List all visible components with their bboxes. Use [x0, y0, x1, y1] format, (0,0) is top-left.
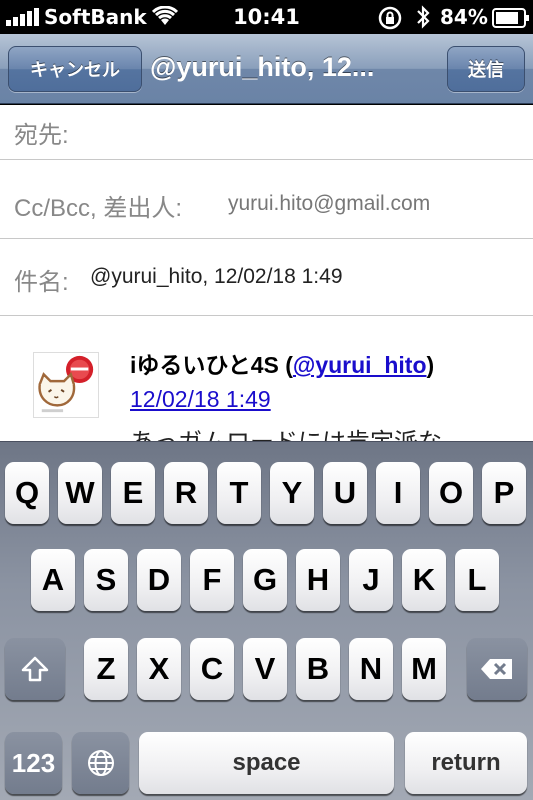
nav-title: @yurui_hito, 12... — [150, 52, 375, 82]
numbers-key[interactable]: 123 — [5, 732, 62, 794]
key-p[interactable]: P — [482, 462, 526, 524]
key-i[interactable]: I — [376, 462, 420, 524]
message-body[interactable]: iゆるいひと4S (@yurui_hito) 12/02/18 1:49 あっガ… — [0, 316, 533, 441]
key-k[interactable]: K — [402, 549, 446, 611]
key-d[interactable]: D — [137, 549, 181, 611]
cancel-button[interactable]: キャンセル — [8, 46, 142, 92]
subject-label: 件名: — [14, 269, 69, 296]
subject-value: @yurui_hito, 12/02/18 1:49 — [90, 265, 343, 288]
key-r[interactable]: R — [164, 462, 208, 524]
key-s[interactable]: S — [84, 549, 128, 611]
author-handle-link[interactable]: @yurui_hito — [293, 352, 427, 378]
orientation-lock-icon — [378, 6, 402, 30]
key-m[interactable]: M — [402, 638, 446, 700]
status-bar: SoftBank 10:41 84% — [0, 0, 533, 34]
key-y[interactable]: Y — [270, 462, 314, 524]
key-z[interactable]: Z — [84, 638, 128, 700]
globe-key[interactable] — [72, 732, 129, 794]
from-address: yurui.hito@gmail.com — [228, 192, 431, 215]
key-x[interactable]: X — [137, 638, 181, 700]
key-o[interactable]: O — [429, 462, 473, 524]
author-close: ) — [426, 352, 435, 378]
navigation-bar: キャンセル @yurui_hito, 12... 送信 — [0, 34, 533, 104]
author-name: iゆるいひと4S ( — [130, 352, 293, 378]
to-label: 宛先: — [14, 122, 69, 149]
globe-icon — [87, 750, 114, 776]
key-b[interactable]: B — [296, 638, 340, 700]
key-t[interactable]: T — [217, 462, 261, 524]
key-q[interactable]: Q — [5, 462, 49, 524]
to-field[interactable]: 宛先: — [0, 105, 533, 160]
tweet-date-link[interactable]: 12/02/18 1:49 — [130, 386, 271, 413]
key-g[interactable]: G — [243, 549, 287, 611]
backspace-icon — [481, 659, 512, 679]
cc-bcc-from-field[interactable]: Cc/Bcc, 差出人: yurui.hito@gmail.com — [0, 160, 533, 239]
bluetooth-icon — [417, 5, 430, 29]
compose-form: 宛先: Cc/Bcc, 差出人: yurui.hito@gmail.com 件名… — [0, 105, 533, 441]
key-u[interactable]: U — [323, 462, 367, 524]
tweet-author: iゆるいひと4S (@yurui_hito) — [130, 346, 434, 380]
key-n[interactable]: N — [349, 638, 393, 700]
send-button[interactable]: 送信 — [447, 46, 525, 92]
key-a[interactable]: A — [31, 549, 75, 611]
keyboard: Q W E R T Y U I O P A S D F G H J K L Z … — [0, 441, 533, 800]
shift-key[interactable] — [5, 638, 65, 700]
avatar — [33, 352, 99, 418]
battery-icon — [492, 8, 529, 28]
key-w[interactable]: W — [58, 462, 102, 524]
subject-field[interactable]: 件名: @yurui_hito, 12/02/18 1:49 — [0, 239, 533, 316]
key-h[interactable]: H — [296, 549, 340, 611]
space-key[interactable]: space — [139, 732, 394, 794]
return-key[interactable]: return — [405, 732, 527, 794]
delete-key[interactable] — [467, 638, 527, 700]
tweet-text: あっガムロードには肯定派な — [130, 422, 442, 441]
cc-label: Cc/Bcc, 差出人: — [14, 195, 183, 222]
shift-icon — [21, 656, 49, 682]
key-e[interactable]: E — [111, 462, 155, 524]
key-l[interactable]: L — [455, 549, 499, 611]
battery-percentage: 84% — [440, 5, 488, 29]
key-c[interactable]: C — [190, 638, 234, 700]
key-j[interactable]: J — [349, 549, 393, 611]
key-v[interactable]: V — [243, 638, 287, 700]
key-f[interactable]: F — [190, 549, 234, 611]
